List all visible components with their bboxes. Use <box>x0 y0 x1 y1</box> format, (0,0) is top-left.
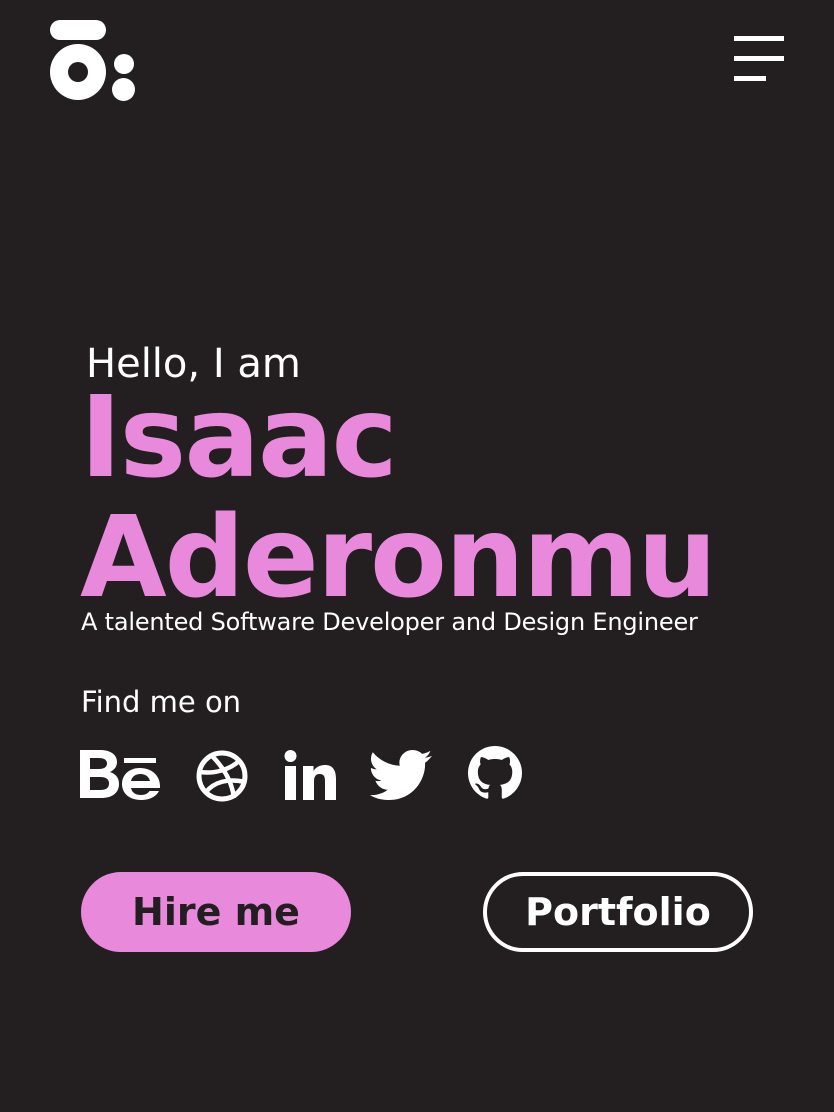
dribbble-icon[interactable] <box>196 750 248 802</box>
twitter-icon[interactable] <box>370 750 432 800</box>
linkedin-icon[interactable] <box>284 750 336 800</box>
landing-page: Hello, I am Isaac Aderonmu A talented So… <box>0 0 834 1112</box>
logo-icon[interactable] <box>50 20 136 102</box>
menu-line <box>734 36 784 41</box>
tagline: A talented Software Developer and Design… <box>81 608 698 636</box>
behance-icon[interactable] <box>80 748 162 800</box>
menu-line <box>734 56 784 61</box>
menu-line <box>734 76 766 81</box>
last-name: Aderonmu <box>80 493 717 623</box>
menu-button[interactable] <box>734 36 784 84</box>
social-heading: Find me on <box>81 685 242 719</box>
github-icon[interactable] <box>468 746 522 800</box>
first-name: Isaac <box>80 373 398 503</box>
portfolio-button[interactable]: Portfolio <box>483 872 753 952</box>
hire-me-button[interactable]: Hire me <box>81 872 351 952</box>
